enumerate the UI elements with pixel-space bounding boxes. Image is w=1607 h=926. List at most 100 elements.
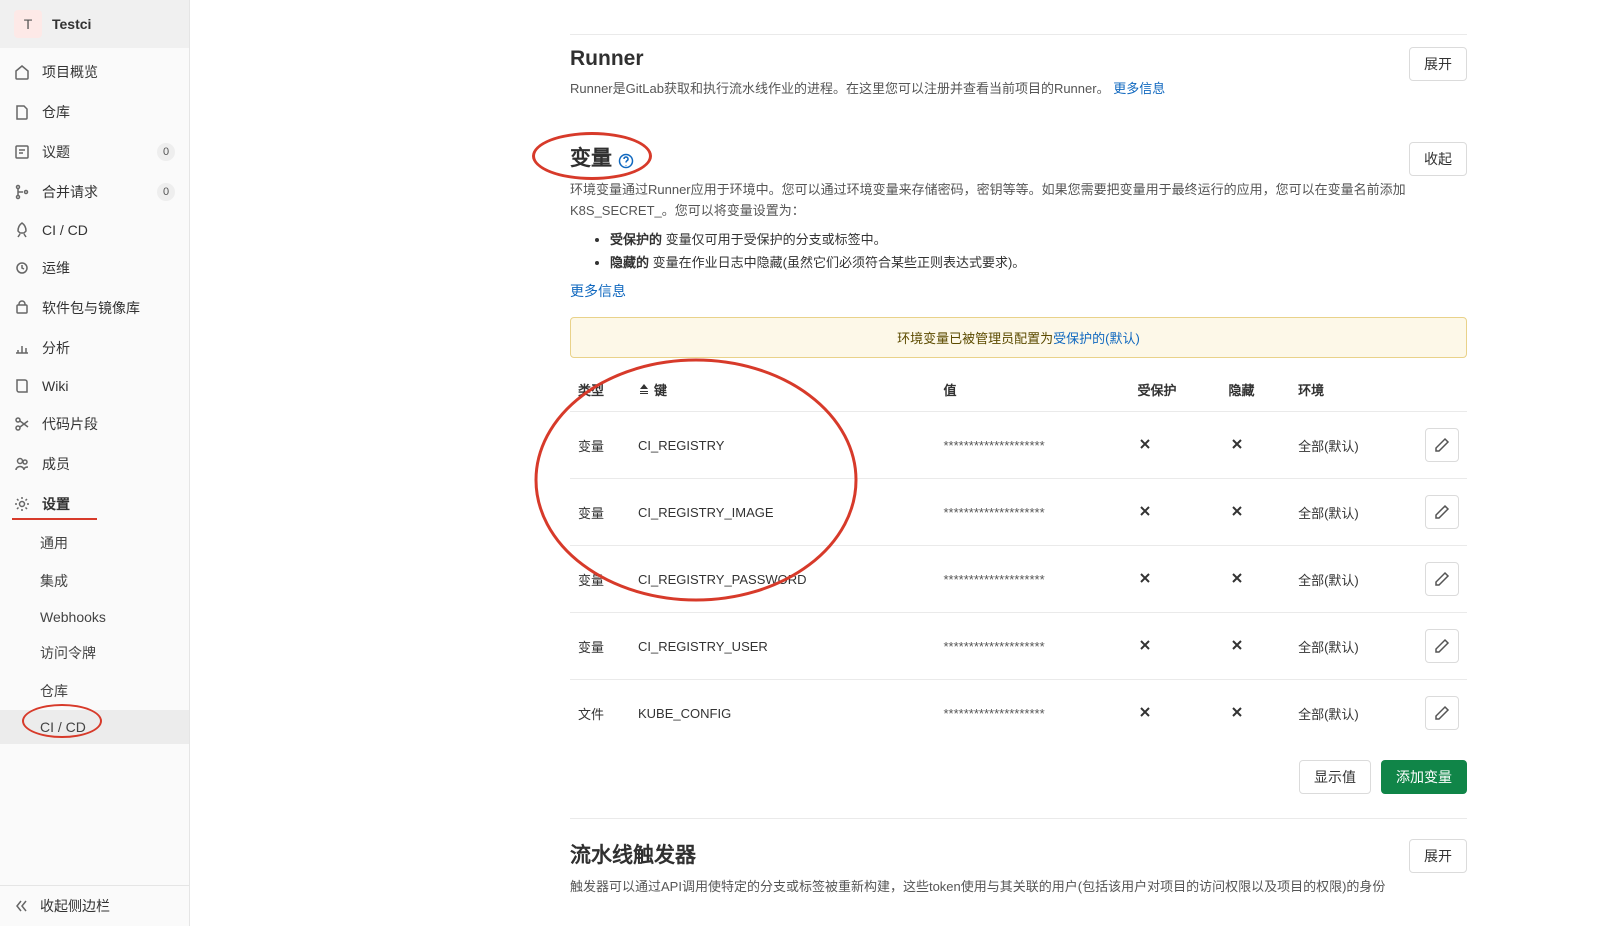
home-icon [14, 64, 30, 80]
cell-type: 文件 [570, 680, 630, 747]
help-icon[interactable] [618, 153, 634, 169]
sidebar-item-label: 设置 [42, 494, 175, 514]
sidebar-item-label: CI / CD [42, 222, 175, 238]
variables-bullets: 受保护的 变量仅可用于受保护的分支或标签中。 隐藏的 变量在作业日志中隐藏(虽然… [610, 229, 1409, 271]
section-triggers: 流水线触发器 触发器可以通过API调用使特定的分支或标签被重新构建，这些toke… [570, 818, 1467, 906]
sidebar-item-label: 合并请求 [42, 182, 145, 202]
doc-icon [14, 104, 30, 120]
cell-key: CI_REGISTRY_PASSWORD [630, 546, 935, 613]
sidebar-item-snippets[interactable]: 代码片段 [0, 404, 189, 444]
chart-icon [14, 340, 30, 356]
expand-button[interactable]: 展开 [1409, 839, 1467, 873]
project-header[interactable]: T Testci [0, 0, 189, 48]
cell-env: 全部(默认) [1290, 479, 1417, 546]
cell-value: ******************** [935, 613, 1129, 680]
sidebar-item-issues[interactable]: 议题 0 [0, 132, 189, 172]
sidebar-sub-cicd[interactable]: CI / CD [0, 710, 189, 744]
cell-value: ******************** [935, 680, 1129, 747]
col-header-protected[interactable]: 受保护 [1129, 368, 1220, 412]
members-icon [14, 456, 30, 472]
cell-value: ******************** [935, 412, 1129, 479]
collapse-label: 收起侧边栏 [40, 896, 110, 916]
runner-more-link[interactable]: 更多信息 [1113, 81, 1165, 96]
sidebar-item-overview[interactable]: 项目概览 [0, 52, 189, 92]
cell-type: 变量 [570, 412, 630, 479]
cell-type: 变量 [570, 613, 630, 680]
main-content: Runner Runner是GitLab获取和执行流水线作业的进程。在这里您可以… [530, 0, 1507, 926]
col-header-type[interactable]: 类型 [570, 368, 630, 412]
cell-env: 全部(默认) [1290, 546, 1417, 613]
cell-hidden [1221, 680, 1291, 747]
sidebar-item-packages[interactable]: 软件包与镜像库 [0, 288, 189, 328]
sidebar-sub-tokens[interactable]: 访问令牌 [0, 634, 189, 672]
add-variable-button[interactable]: 添加变量 [1381, 760, 1467, 794]
cell-protected [1129, 546, 1220, 613]
variables-table: 类型 键 值 受保护 隐藏 环境 变量CI_REGISTRY**********… [570, 368, 1467, 746]
x-icon [1137, 704, 1153, 720]
sidebar-item-settings[interactable]: 设置 [0, 484, 189, 524]
sidebar-item-cicd[interactable]: CI / CD [0, 212, 189, 248]
show-values-button[interactable]: 显示值 [1299, 760, 1371, 794]
x-icon [1137, 637, 1153, 653]
cell-hidden [1221, 613, 1291, 680]
edit-button[interactable] [1425, 428, 1459, 462]
count-badge: 0 [157, 183, 175, 201]
x-icon [1229, 570, 1245, 586]
cell-value: ******************** [935, 479, 1129, 546]
sidebar-item-label: 仓库 [42, 102, 175, 122]
sidebar-item-merge[interactable]: 合并请求 0 [0, 172, 189, 212]
issue-icon [14, 144, 30, 160]
sort-asc-icon [638, 383, 650, 395]
sidebar-item-label: 成员 [42, 454, 175, 474]
table-row: 变量CI_REGISTRY_USER******************** 全部… [570, 613, 1467, 680]
sidebar-item-analytics[interactable]: 分析 [0, 328, 189, 368]
sidebar-item-label: 议题 [42, 142, 145, 162]
merge-icon [14, 184, 30, 200]
alert-link[interactable]: 受保护的(默认) [1053, 331, 1140, 346]
sidebar-sub-general[interactable]: 通用 [0, 524, 189, 562]
sidebar-item-repo[interactable]: 仓库 [0, 92, 189, 132]
sidebar-sub-webhooks[interactable]: Webhooks [0, 600, 189, 634]
x-icon [1229, 704, 1245, 720]
project-avatar: T [14, 10, 42, 38]
cell-protected [1129, 613, 1220, 680]
cell-key: CI_REGISTRY_IMAGE [630, 479, 935, 546]
col-header-key[interactable]: 键 [630, 368, 935, 412]
cell-type: 变量 [570, 479, 630, 546]
sidebar-item-label: 运维 [42, 258, 175, 278]
expand-button[interactable]: 展开 [1409, 47, 1467, 81]
collapse-sidebar-button[interactable]: 收起侧边栏 [0, 885, 189, 926]
rocket-icon [14, 222, 30, 238]
col-header-value[interactable]: 值 [935, 368, 1129, 412]
col-header-hidden[interactable]: 隐藏 [1221, 368, 1291, 412]
sidebar-item-ops[interactable]: 运维 [0, 248, 189, 288]
edit-button[interactable] [1425, 562, 1459, 596]
sidebar-item-wiki[interactable]: Wiki [0, 368, 189, 404]
cell-key: KUBE_CONFIG [630, 680, 935, 747]
gear-icon [14, 496, 30, 512]
cell-env: 全部(默认) [1290, 613, 1417, 680]
edit-button[interactable] [1425, 629, 1459, 663]
cell-hidden [1221, 412, 1291, 479]
pencil-icon [1434, 705, 1450, 721]
collapse-button[interactable]: 收起 [1409, 142, 1467, 176]
sidebar-item-members[interactable]: 成员 [0, 444, 189, 484]
triggers-title: 流水线触发器 [570, 839, 1409, 869]
sidebar: T Testci 项目概览 仓库 议题 0 [0, 0, 190, 926]
edit-button[interactable] [1425, 495, 1459, 529]
sidebar-sub-integrations[interactable]: 集成 [0, 562, 189, 600]
runner-desc: Runner是GitLab获取和执行流水线作业的进程。在这里您可以注册并查看当前… [570, 79, 1409, 100]
package-icon [14, 300, 30, 316]
col-header-env[interactable]: 环境 [1290, 368, 1417, 412]
variables-more-link[interactable]: 更多信息 [570, 283, 626, 299]
x-icon [1229, 436, 1245, 452]
cell-key: CI_REGISTRY_USER [630, 613, 935, 680]
x-icon [1137, 436, 1153, 452]
sidebar-item-label: 软件包与镜像库 [42, 298, 175, 318]
ops-icon [14, 260, 30, 276]
x-icon [1137, 570, 1153, 586]
x-icon [1229, 503, 1245, 519]
edit-button[interactable] [1425, 696, 1459, 730]
sidebar-sub-repo[interactable]: 仓库 [0, 672, 189, 710]
variables-title: 变量 [570, 142, 612, 172]
